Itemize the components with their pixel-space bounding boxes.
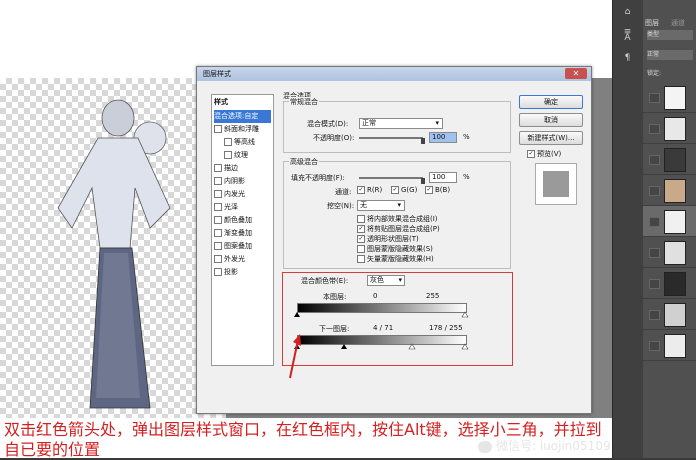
layer-row[interactable] (643, 268, 696, 299)
eye-icon[interactable] (649, 124, 660, 134)
layer-thumbnail (664, 86, 686, 110)
tool-strip: ⌂ ≡ A ¶ (612, 0, 643, 458)
eye-icon[interactable] (649, 186, 660, 196)
eye-icon[interactable] (649, 93, 660, 103)
history-icon[interactable]: ⌂ (618, 4, 637, 21)
layer-thumbnail (664, 179, 686, 203)
type-icon[interactable]: A (618, 30, 637, 47)
layer-row[interactable] (643, 82, 696, 113)
layer-row[interactable] (643, 175, 696, 206)
layer-row[interactable] (643, 299, 696, 330)
layer-thumbnail (664, 117, 686, 141)
annotation-arrows (289, 226, 672, 379)
lock-label: 锁定: (647, 70, 662, 77)
eye-icon[interactable] (649, 248, 660, 258)
eye-icon[interactable] (649, 341, 660, 351)
layer-thumbnail (664, 303, 686, 327)
tab-channels[interactable]: 通道 (671, 18, 685, 28)
layer-row[interactable] (643, 237, 696, 268)
layer-thumbnail (664, 272, 686, 296)
layer-thumbnail (664, 210, 686, 234)
paragraph-icon[interactable]: ¶ (618, 50, 637, 67)
layer-row[interactable] (643, 206, 696, 237)
red-arrow-line-left (289, 339, 299, 379)
watermark: 微信号: luojin05109 (478, 437, 696, 458)
layer-row[interactable] (643, 144, 696, 175)
tab-layers[interactable]: 图层 (645, 18, 659, 28)
eye-icon[interactable] (649, 217, 660, 227)
layer-thumbnail (664, 241, 686, 265)
eye-icon[interactable] (649, 155, 660, 165)
layers-panel: 图层 通道 类型 正常 锁定: (643, 0, 696, 458)
wechat-icon (478, 440, 492, 453)
eye-icon[interactable] (649, 279, 660, 289)
layer-row[interactable] (643, 113, 696, 144)
layer-kind-filter[interactable]: 类型 (647, 30, 693, 40)
layer-thumbnail (664, 334, 686, 358)
eye-icon[interactable] (649, 310, 660, 320)
layer-row[interactable] (643, 330, 696, 361)
layer-thumbnail (664, 148, 686, 172)
layer-blend-mode[interactable]: 正常 (647, 50, 693, 60)
